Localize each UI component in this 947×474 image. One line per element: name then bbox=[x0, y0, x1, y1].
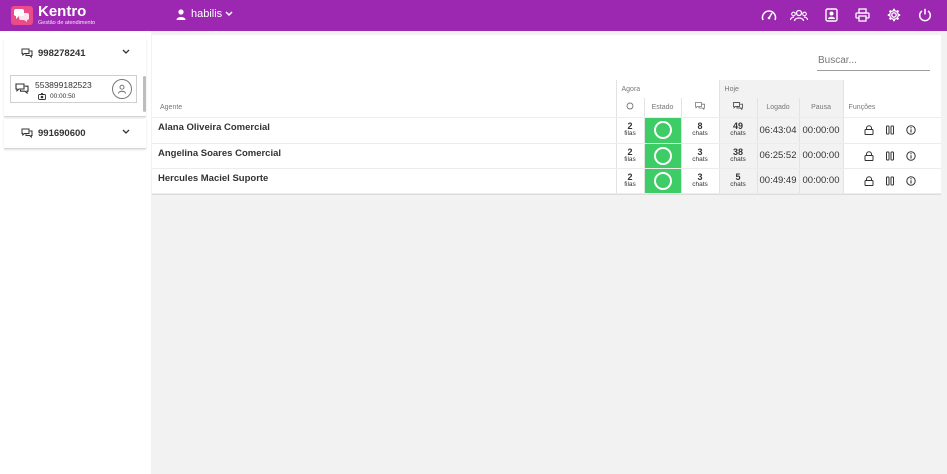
agent-name: Hercules Maciel Suporte bbox=[152, 168, 616, 194]
state-indicator[interactable] bbox=[643, 118, 681, 144]
agents-panel: Agora Hoje Agente Estado Logado Pausa Fu… bbox=[152, 35, 942, 195]
logged-time: 06:43:04 bbox=[756, 118, 799, 144]
chat-icon bbox=[15, 83, 29, 94]
group-number: 991690600 bbox=[38, 127, 86, 139]
pause-icon[interactable] bbox=[885, 125, 896, 136]
online-status-icon bbox=[653, 171, 672, 190]
col-queues bbox=[615, 98, 644, 118]
state-indicator[interactable] bbox=[643, 143, 681, 169]
sidebar-group-991690600: 991690600 bbox=[4, 119, 146, 149]
chat-timer: 00:00:50 bbox=[38, 93, 75, 100]
state-indicator[interactable] bbox=[643, 168, 681, 194]
agent-functions bbox=[842, 143, 941, 169]
chat-card[interactable]: 553899182523 00:00:50 bbox=[10, 75, 137, 103]
table-column-header: Agente Estado Logado Pausa Funções bbox=[152, 98, 942, 118]
user-outline-icon bbox=[118, 84, 126, 94]
lock-icon[interactable] bbox=[864, 125, 875, 136]
table-row[interactable]: Hercules Maciel Suporte 2 filas 3 chats 5c… bbox=[152, 168, 941, 194]
brand-name: Kentro bbox=[38, 3, 87, 20]
agent-functions bbox=[842, 118, 941, 144]
user-menu[interactable]: habilis bbox=[176, 8, 233, 20]
sidebar-group-998278241: 998278241 553899182523 00:00:50 bbox=[4, 39, 146, 117]
header-today: Hoje bbox=[718, 80, 844, 98]
logged-time: 00:49:49 bbox=[756, 168, 799, 194]
settings-icon[interactable] bbox=[885, 6, 903, 24]
user-icon bbox=[176, 8, 186, 20]
agents-table: Agora Hoje Agente Estado Logado Pausa Fu… bbox=[152, 80, 942, 118]
timer-icon bbox=[38, 93, 46, 100]
group-number: 998278241 bbox=[38, 47, 86, 59]
chats-now: 8 chats bbox=[680, 118, 719, 144]
info-icon[interactable] bbox=[906, 125, 917, 136]
queues-count: 2 filas bbox=[615, 143, 644, 169]
col-chats-today bbox=[718, 98, 758, 118]
info-icon[interactable] bbox=[906, 150, 917, 161]
contact-icon[interactable] bbox=[822, 6, 840, 24]
dashboard-icon[interactable] bbox=[760, 6, 778, 24]
col-chats-now bbox=[680, 98, 720, 118]
logo[interactable] bbox=[11, 6, 33, 25]
pause-time: 00:00:00 bbox=[798, 118, 843, 144]
col-agent: Agente bbox=[152, 98, 616, 118]
chat-bubbles-icon bbox=[14, 9, 29, 22]
header-now: Agora bbox=[615, 80, 720, 98]
chevron-down-icon bbox=[225, 11, 233, 17]
logged-time: 06:25:52 bbox=[756, 143, 799, 169]
power-icon[interactable] bbox=[916, 6, 934, 24]
chats-today: 5 chats bbox=[718, 168, 757, 194]
queues-count: 2 filas bbox=[615, 168, 644, 194]
col-state: Estado bbox=[643, 98, 681, 118]
agents-table-body: Alana Oliveira Comercial 2 filas 8 chats 4… bbox=[152, 118, 941, 194]
info-icon[interactable] bbox=[906, 175, 917, 186]
chat-icon bbox=[21, 128, 33, 138]
lock-icon[interactable] bbox=[864, 175, 875, 186]
table-group-header: Agora Hoje bbox=[152, 80, 942, 98]
chats-today: 49 chats bbox=[718, 118, 757, 144]
table-row[interactable]: Angelina Soares Comercial 2 filas 3 chats … bbox=[152, 143, 941, 169]
queues-count: 2 filas bbox=[615, 118, 644, 144]
table-row[interactable]: Alana Oliveira Comercial 2 filas 8 chats 4… bbox=[152, 118, 941, 144]
chat-icon bbox=[21, 48, 33, 58]
sidebar-scrollbar[interactable] bbox=[143, 76, 146, 112]
chat-timer-value: 00:00:50 bbox=[50, 93, 76, 100]
sidebar: 998278241 553899182523 00:00:50 99169060… bbox=[0, 31, 151, 474]
agent-name: Angelina Soares Comercial bbox=[152, 143, 616, 169]
chat-number: 553899182523 bbox=[35, 80, 92, 90]
assign-agent-button[interactable] bbox=[112, 79, 132, 99]
chat-icon bbox=[695, 102, 705, 111]
search-input[interactable] bbox=[817, 51, 930, 71]
chats-today: 38 chats bbox=[718, 143, 757, 169]
pause-icon[interactable] bbox=[885, 175, 896, 186]
agent-name: Alana Oliveira Comercial bbox=[152, 118, 616, 144]
col-logged: Logado bbox=[756, 98, 800, 118]
group-header[interactable]: 991690600 bbox=[4, 119, 146, 147]
lock-icon[interactable] bbox=[864, 150, 875, 161]
print-icon[interactable] bbox=[853, 6, 871, 24]
pause-time: 00:00:00 bbox=[798, 168, 843, 194]
group-header[interactable]: 998278241 bbox=[4, 39, 146, 67]
top-bar: Kentro Gestão de atendimento habilis bbox=[0, 0, 947, 31]
chevron-down-icon[interactable] bbox=[122, 49, 130, 55]
online-status-icon bbox=[653, 146, 672, 165]
col-functions: Funções bbox=[842, 98, 942, 118]
user-name: habilis bbox=[191, 8, 223, 20]
online-status-icon bbox=[653, 121, 672, 140]
pause-icon[interactable] bbox=[885, 150, 896, 161]
chats-now: 3 chats bbox=[680, 168, 719, 194]
chevron-down-icon[interactable] bbox=[122, 129, 130, 135]
chats-now: 3 chats bbox=[680, 143, 719, 169]
chat-icon bbox=[733, 102, 743, 111]
users-icon[interactable] bbox=[790, 6, 808, 24]
brand-subtitle: Gestão de atendimento bbox=[38, 20, 96, 26]
circle-icon bbox=[626, 102, 634, 110]
col-pause: Pausa bbox=[798, 98, 844, 118]
agent-functions bbox=[842, 168, 941, 194]
pause-time: 00:00:00 bbox=[798, 143, 843, 169]
